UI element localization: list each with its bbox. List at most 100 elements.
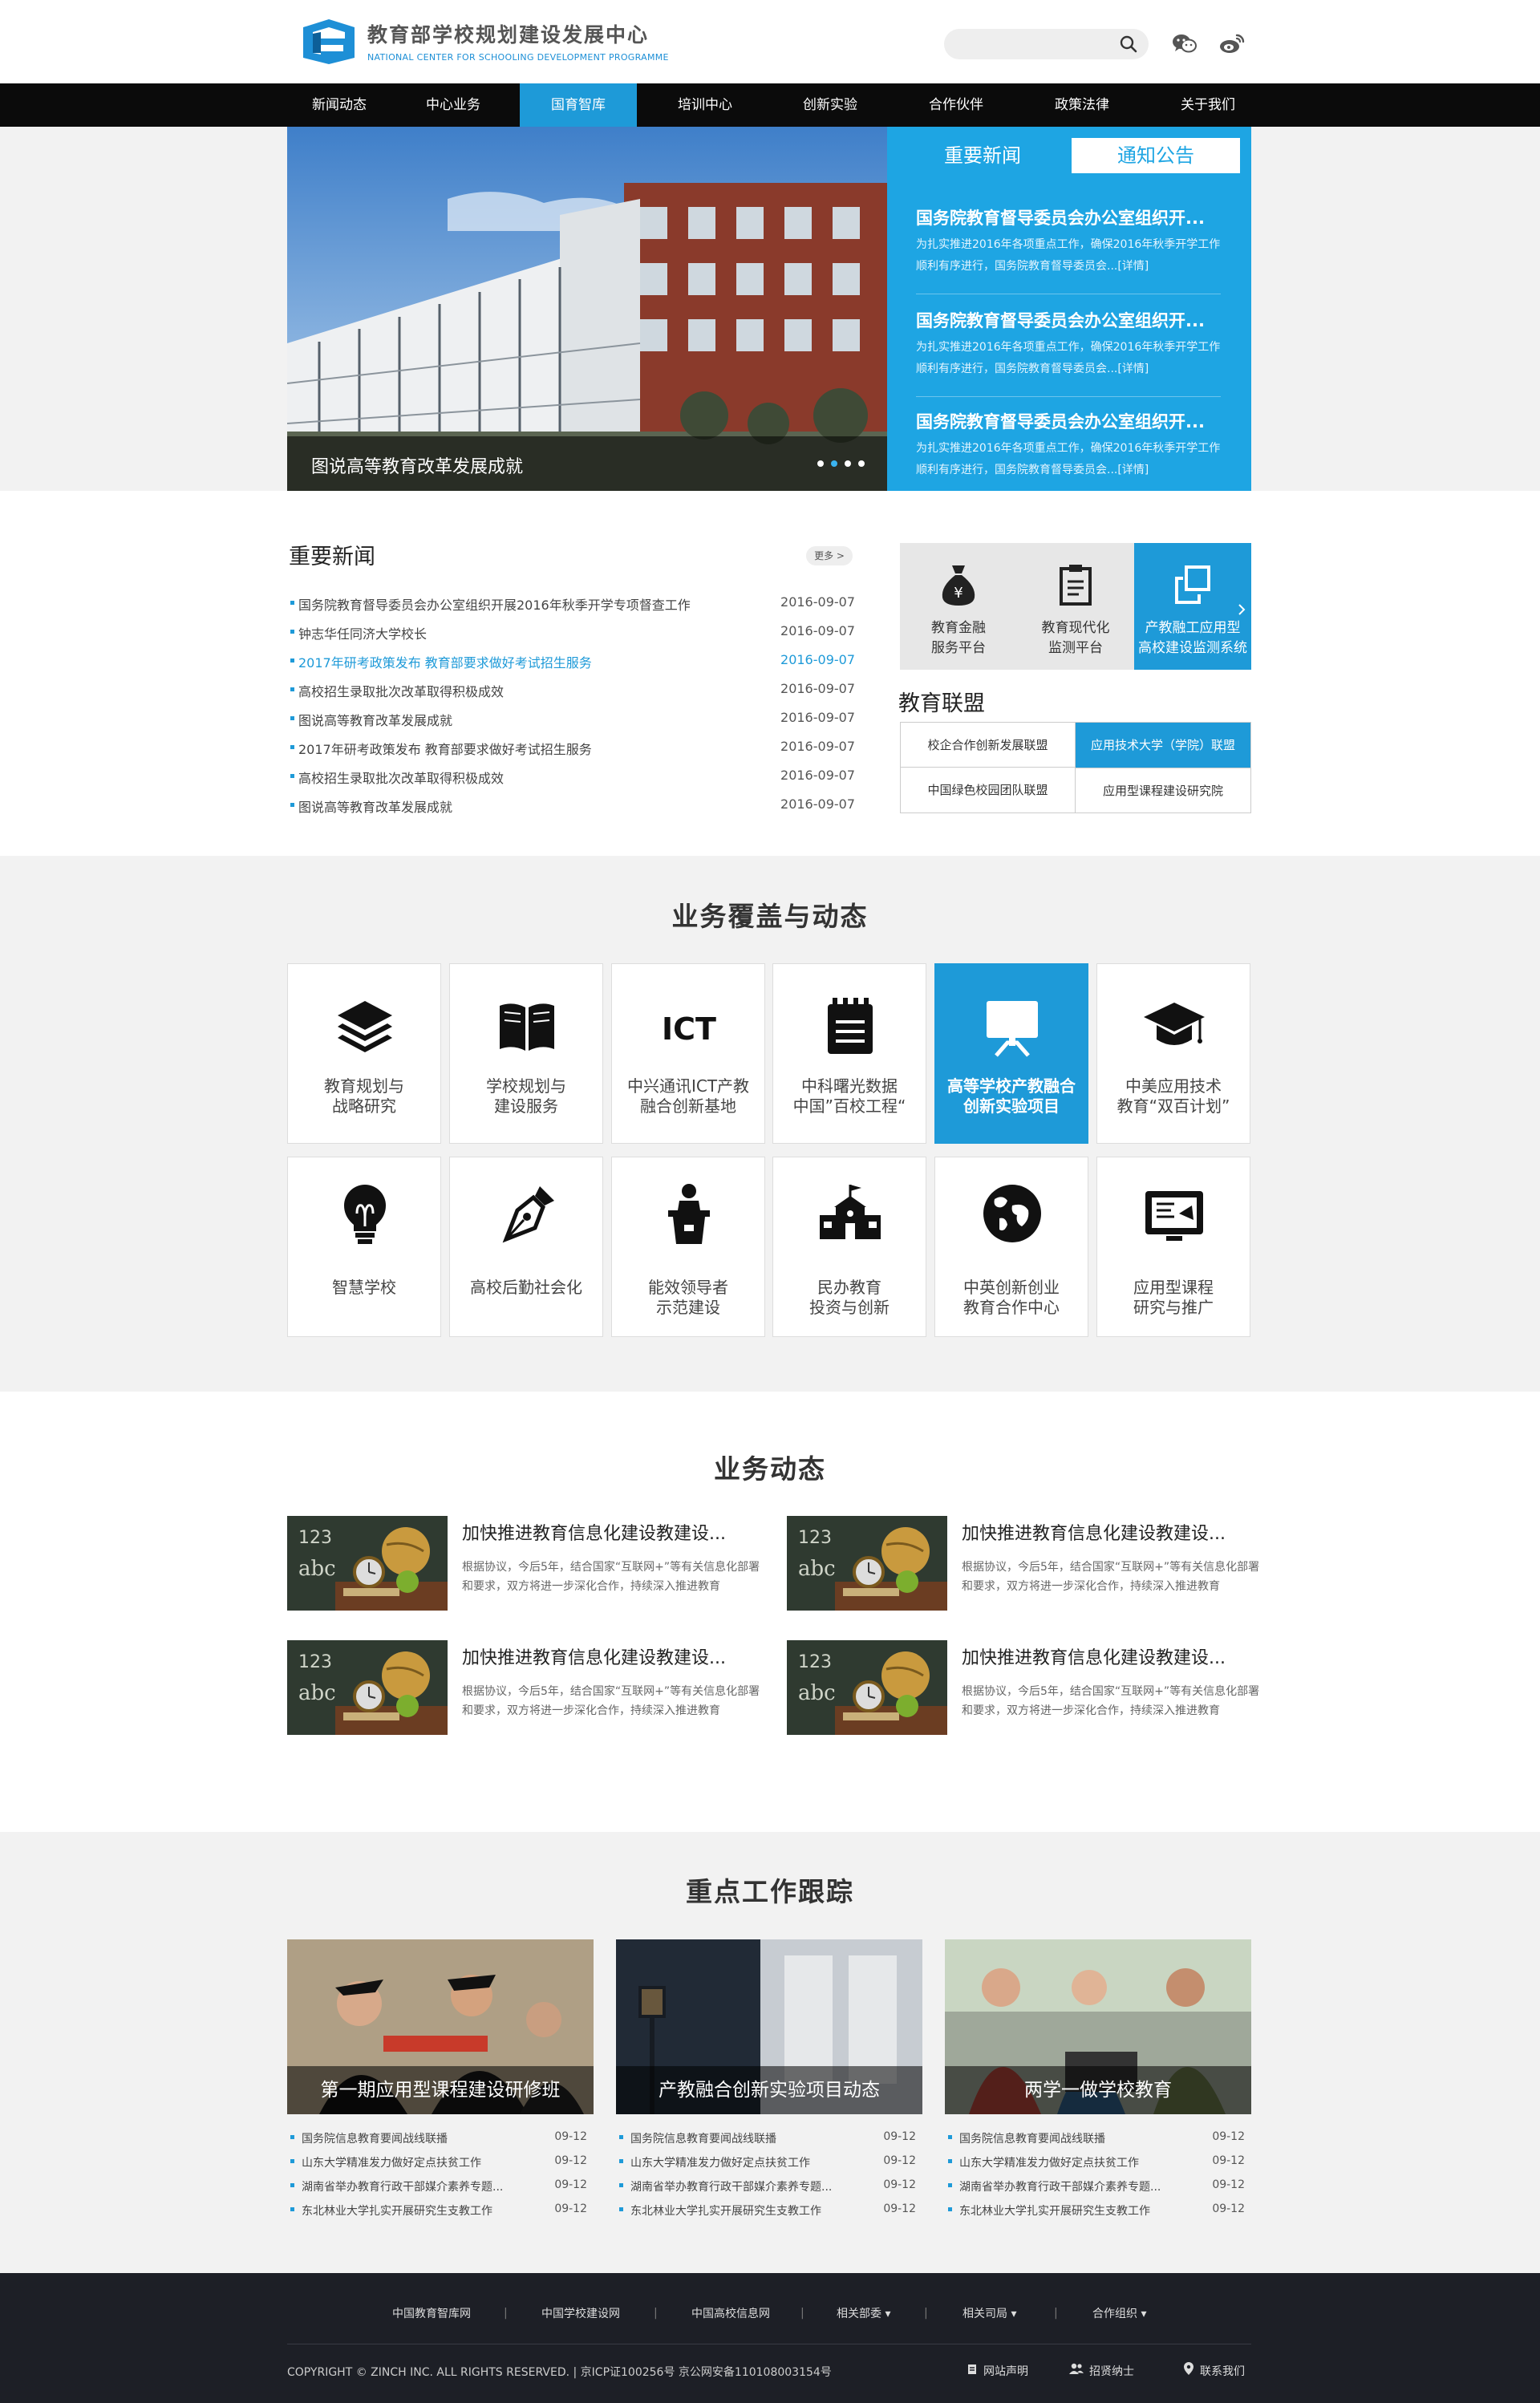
dynamic-item[interactable]: 123 abc 加快推进教育信息化建设教建设... 根据协议，今后5年，结合国家“互联… (787, 1640, 1268, 1735)
tracking-item-title[interactable]: 东北林业大学扎实开展研究生支教工作 (302, 2202, 492, 2219)
service-card[interactable]: 中科曙光数据 中国”百校工程“ (772, 963, 926, 1144)
platform-finance[interactable]: ¥ 教育金融 服务平台 (900, 543, 1017, 670)
hero-news-title[interactable]: 国务院教育督导委员会办公室组织开... (916, 205, 1221, 229)
news-list-item[interactable]: 2017年研考政策发布 教育部要求做好考试招生服务 2016-09-07 (289, 646, 855, 675)
nav-item-business[interactable]: 中心业务 (395, 83, 512, 127)
dynamic-item[interactable]: 123 abc 加快推进教育信息化建设教建设... 根据协议，今后5年，结合国家“互联… (787, 1516, 1268, 1611)
nav-item-about[interactable]: 关于我们 (1149, 83, 1266, 127)
tracking-list-item[interactable]: 东北林业大学扎实开展研究生支教工作 09-12 (945, 2198, 1251, 2222)
news-list-item[interactable]: 钟志华任同济大学校长 2016-09-07 (289, 617, 855, 646)
slider-dot[interactable] (817, 460, 824, 467)
tracking-item-title[interactable]: 国务院信息教育要闻战线联播 (959, 2130, 1105, 2146)
tracking-card[interactable]: 第一期应用型课程建设研修班 (287, 1939, 594, 2114)
news-list-item[interactable]: 国务院教育督导委员会办公室组织开展2016年秋季开学专项督查工作 2016-09-… (289, 588, 855, 617)
news-list-item[interactable]: 2017年研考政策发布 教育部要求做好考试招生服务 2016-09-07 (289, 732, 855, 761)
service-card[interactable]: 高校后勤社会化 (449, 1157, 603, 1337)
tracking-list-item[interactable]: 国务院信息教育要闻战线联播 09-12 (287, 2125, 594, 2150)
nav-item-training[interactable]: 培训中心 (646, 83, 764, 127)
slider-dot[interactable] (845, 460, 851, 467)
footer-contact-link[interactable]: 联系我们 (1200, 2363, 1245, 2379)
footer-dropdown[interactable]: 相关部委 ▾ (837, 2305, 890, 2321)
tracking-list-item[interactable]: 国务院信息教育要闻战线联播 09-12 (945, 2125, 1251, 2150)
alliance-cell[interactable]: 校企合作创新发展联盟 (901, 723, 1076, 768)
dynamic-item[interactable]: 123 abc 加快推进教育信息化建设教建设... 根据协议，今后5年，结合国家“互联… (287, 1640, 768, 1735)
service-card[interactable]: 民办教育 投资与创新 (772, 1157, 926, 1337)
tab-notices[interactable]: 通知公告 (1072, 138, 1240, 173)
news-title[interactable]: 2017年研考政策发布 教育部要求做好考试招生服务 (298, 739, 592, 758)
tracking-item-title[interactable]: 山东大学精准发力做好定点扶贫工作 (630, 2154, 810, 2170)
tracking-item-title[interactable]: 东北林业大学扎实开展研究生支教工作 (630, 2202, 821, 2219)
footer-statement-link[interactable]: 网站声明 (983, 2363, 1028, 2379)
news-title[interactable]: 2017年研考政策发布 教育部要求做好考试招生服务 (298, 652, 592, 671)
dynamic-title[interactable]: 加快推进教育信息化建设教建设... (962, 1519, 1226, 1545)
tracking-list-item[interactable]: 湖南省举办教育行政干部媒介素养专题... 09-12 (287, 2174, 594, 2198)
slider-dot-active[interactable] (831, 460, 837, 467)
tracking-item-title[interactable]: 湖南省举办教育行政干部媒介素养专题... (959, 2178, 1161, 2194)
news-title[interactable]: 国务院教育督导委员会办公室组织开展2016年秋季开学专项督查工作 (298, 594, 691, 614)
dynamic-title[interactable]: 加快推进教育信息化建设教建设... (462, 1643, 726, 1669)
slider-dot[interactable] (858, 460, 865, 467)
footer-jobs-link[interactable]: 招贤纳士 (1089, 2363, 1134, 2379)
platform-monitoring-system[interactable]: 产教融工应用型 高校建设监测系统 (1134, 543, 1251, 670)
footer-link[interactable]: 中国高校信息网 (691, 2305, 770, 2321)
nav-item-innovation[interactable]: 创新实验 (772, 83, 889, 127)
site-logo[interactable]: 教育部学校规划建设发展中心 NATIONAL CENTER FOR SCHOOL… (297, 16, 669, 66)
service-card[interactable]: 中英创新创业 教育合作中心 (934, 1157, 1088, 1337)
tracking-list-item[interactable]: 山东大学精准发力做好定点扶贫工作 09-12 (945, 2150, 1251, 2174)
nav-item-policy[interactable]: 政策法律 (1023, 83, 1141, 127)
hero-news-item[interactable]: 国务院教育督导委员会办公室组织开... 为扎实推进2016年各项重点工作，确保2… (916, 205, 1221, 278)
footer-dropdown[interactable]: 合作组织 ▾ (1092, 2305, 1146, 2321)
tracking-list-item[interactable]: 国务院信息教育要闻战线联播 09-12 (616, 2125, 922, 2150)
chevron-right-icon[interactable] (1238, 603, 1246, 616)
nav-item-partners[interactable]: 合作伙伴 (898, 83, 1015, 127)
tracking-list-item[interactable]: 山东大学精准发力做好定点扶贫工作 09-12 (287, 2150, 594, 2174)
service-card[interactable]: 高等学校产教融合 创新实验项目 (934, 963, 1088, 1144)
news-list-item[interactable]: 图说高等教育改革发展成就 2016-09-07 (289, 703, 855, 732)
hero-news-item[interactable]: 国务院教育督导委员会办公室组织开... 为扎实推进2016年各项重点工作，确保2… (916, 409, 1221, 481)
tracking-card[interactable]: 两学一做学校教育 (945, 1939, 1251, 2114)
news-title[interactable]: 图说高等教育改革发展成就 (298, 710, 452, 729)
wechat-icon[interactable] (1170, 29, 1199, 58)
news-title[interactable]: 图说高等教育改革发展成就 (298, 796, 452, 816)
hero-news-title[interactable]: 国务院教育督导委员会办公室组织开... (916, 409, 1221, 433)
tracking-item-title[interactable]: 国务院信息教育要闻战线联播 (630, 2130, 776, 2146)
dynamic-title[interactable]: 加快推进教育信息化建设教建设... (962, 1643, 1226, 1669)
alliance-cell[interactable]: 应用型课程建设研究院 (1076, 768, 1250, 812)
service-card[interactable]: 中美应用技术 教育“双百计划” (1096, 963, 1250, 1144)
nav-item-think-tank[interactable]: 国育智库 (520, 83, 637, 127)
tracking-card[interactable]: 产教融合创新实验项目动态 (616, 1939, 922, 2114)
tracking-item-title[interactable]: 山东大学精准发力做好定点扶贫工作 (959, 2154, 1139, 2170)
service-card[interactable]: 能效领导者 示范建设 (611, 1157, 765, 1337)
hero-news-item[interactable]: 国务院教育督导委员会办公室组织开... 为扎实推进2016年各项重点工作，确保2… (916, 308, 1221, 380)
news-list-item[interactable]: 图说高等教育改革发展成就 2016-09-07 (289, 790, 855, 819)
tracking-list-item[interactable]: 东北林业大学扎实开展研究生支教工作 09-12 (616, 2198, 922, 2222)
tracking-item-title[interactable]: 湖南省举办教育行政干部媒介素养专题... (630, 2178, 832, 2194)
news-list-item[interactable]: 高校招生录取批次改革取得积极成效 2016-09-07 (289, 761, 855, 790)
hero-news-title[interactable]: 国务院教育督导委员会办公室组织开... (916, 308, 1221, 332)
footer-link[interactable]: 中国教育智库网 (392, 2305, 471, 2321)
service-card[interactable]: 智慧学校 (287, 1157, 441, 1337)
nav-item-news[interactable]: 新闻动态 (281, 83, 398, 127)
hero-slider[interactable]: 图说高等教育改革发展成就 (287, 127, 887, 491)
news-title[interactable]: 高校招生录取批次改革取得积极成效 (298, 681, 504, 700)
tab-important-news[interactable]: 重要新闻 (898, 138, 1067, 173)
tracking-item-title[interactable]: 东北林业大学扎实开展研究生支教工作 (959, 2202, 1150, 2219)
news-list-item[interactable]: 高校招生录取批次改革取得积极成效 2016-09-07 (289, 675, 855, 703)
service-card[interactable]: 应用型课程 研究与推广 (1096, 1157, 1250, 1337)
tracking-list-item[interactable]: 湖南省举办教育行政干部媒介素养专题... 09-12 (616, 2174, 922, 2198)
news-title[interactable]: 高校招生录取批次改革取得积极成效 (298, 768, 504, 787)
more-news-button[interactable]: 更多 > (806, 546, 853, 565)
service-card[interactable]: 教育规划与 战略研究 (287, 963, 441, 1144)
search-input[interactable] (944, 29, 1149, 59)
platform-modernization[interactable]: 教育现代化 监测平台 (1017, 543, 1134, 670)
service-card[interactable]: 学校规划与 建设服务 (449, 963, 603, 1144)
tracking-list-item[interactable]: 湖南省举办教育行政干部媒介素养专题... 09-12 (945, 2174, 1251, 2198)
dynamic-title[interactable]: 加快推进教育信息化建设教建设... (462, 1519, 726, 1545)
tracking-item-title[interactable]: 湖南省举办教育行政干部媒介素养专题... (302, 2178, 503, 2194)
search-icon[interactable] (1120, 35, 1137, 53)
service-card[interactable]: ICT 中兴通讯ICT产教 融合创新基地 (611, 963, 765, 1144)
footer-link[interactable]: 中国学校建设网 (541, 2305, 620, 2321)
tracking-item-title[interactable]: 山东大学精准发力做好定点扶贫工作 (302, 2154, 481, 2170)
alliance-cell-active[interactable]: 应用技术大学（学院）联盟 (1076, 723, 1250, 768)
news-title[interactable]: 钟志华任同济大学校长 (298, 623, 427, 642)
